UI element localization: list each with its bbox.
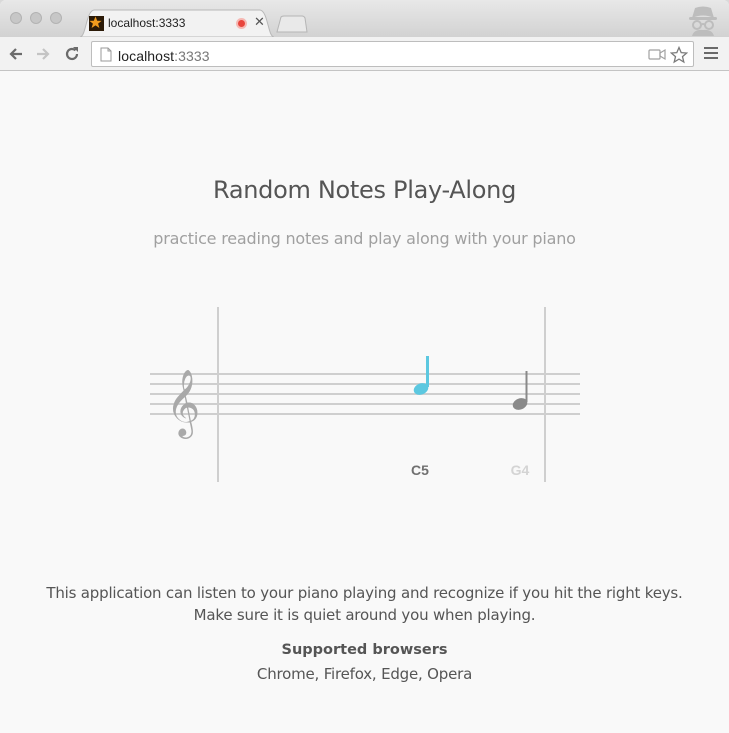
note-g4 <box>512 371 528 410</box>
note-c5 <box>413 356 429 395</box>
new-tab-button[interactable] <box>276 15 308 33</box>
browser-tab[interactable]: localhost:3333 ✕ <box>80 9 274 37</box>
url-text: localhost:3333 <box>118 48 210 64</box>
incognito-icon <box>689 6 717 36</box>
address-bar[interactable]: localhost:3333 <box>91 41 694 67</box>
treble-clef-icon: 𝄞 <box>166 368 200 439</box>
note-label-g4: G4 <box>511 462 530 478</box>
page-subtitle: practice reading notes and play along wi… <box>153 229 576 248</box>
page-title: Random Notes Play-Along <box>212 176 516 204</box>
menu-icon[interactable] <box>704 47 718 62</box>
page-icon <box>100 47 112 62</box>
music-staff: 𝄞 C5 G4 <box>150 307 580 482</box>
page-content: Random Notes Play-Along practice reading… <box>0 72 729 733</box>
tab-title: localhost:3333 <box>108 16 186 30</box>
description-line-2: Make sure it is quiet around you when pl… <box>193 606 536 624</box>
recording-indicator-icon <box>236 18 247 29</box>
back-icon[interactable] <box>6 44 26 64</box>
note-label-c5: C5 <box>411 462 429 478</box>
description-line-1: This application can listen to your pian… <box>46 584 683 602</box>
bookmark-star-icon[interactable] <box>670 46 688 64</box>
tab-close-icon[interactable]: ✕ <box>254 14 265 30</box>
supported-browsers-list: Chrome, Firefox, Edge, Opera <box>256 665 473 683</box>
supported-browsers-heading: Supported browsers <box>281 642 448 658</box>
url-host: localhost <box>118 48 175 64</box>
description: This application can listen to your pian… <box>0 582 729 626</box>
window-close-dot[interactable] <box>10 12 22 24</box>
window-minimize-dot[interactable] <box>30 12 42 24</box>
browser-window: localhost:3333 ✕ localhost:3333 Random N… <box>0 0 729 733</box>
favicon-icon <box>89 16 104 31</box>
forward-icon[interactable] <box>33 44 53 64</box>
tab-strip: localhost:3333 ✕ <box>0 0 729 37</box>
browser-toolbar: localhost:3333 <box>0 37 729 71</box>
window-zoom-dot[interactable] <box>50 12 62 24</box>
camera-blocked-icon[interactable] <box>648 48 666 61</box>
reload-icon[interactable] <box>62 44 82 64</box>
url-port: :3333 <box>174 48 210 64</box>
